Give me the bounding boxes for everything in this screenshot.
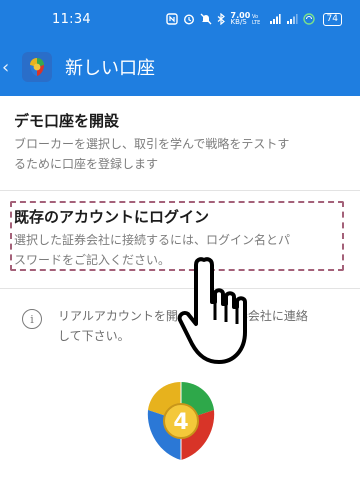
battery-indicator: 74 xyxy=(322,12,342,26)
divider xyxy=(0,190,360,191)
hand-pointer-icon xyxy=(174,254,264,378)
svg-text:LTE: LTE xyxy=(252,20,260,25)
app-logo-icon xyxy=(22,52,52,82)
bluetooth-icon xyxy=(217,13,226,25)
status-icons: 7.00 KB/S Vo LTE 74 xyxy=(165,11,342,26)
open-demo-account-option[interactable]: デモ口座を開設 ブローカーを選択し、取引を学んで戦略をテストす るために口座を登… xyxy=(14,110,346,174)
logo-badge: 4 xyxy=(173,410,188,435)
option-description: ブローカーを選択し、取引を学んで戦略をテストす るために口座を登録します xyxy=(14,137,290,171)
back-arrow-icon[interactable]: ‹ xyxy=(2,57,16,78)
page-title: 新しい口座 xyxy=(65,58,155,79)
nfc-icon xyxy=(165,13,178,25)
metatrader-logo: 4 xyxy=(136,376,226,470)
info-icon: i xyxy=(22,309,42,329)
volte-icon: Vo LTE xyxy=(252,13,264,25)
mute-icon xyxy=(200,13,212,25)
network-speed: 7.00 KB/S xyxy=(230,11,251,26)
status-time: 11:34 xyxy=(52,11,91,27)
signal-icon xyxy=(269,13,281,25)
app-bar: ‹ 新しい口座 xyxy=(0,38,360,96)
status-bar: 11:34 7.00 KB/S Vo LTE 74 xyxy=(0,0,360,38)
wifi-icon xyxy=(302,13,315,25)
alarm-icon xyxy=(183,13,195,25)
signal-2-icon xyxy=(286,13,298,25)
option-title: デモ口座を開設 xyxy=(14,112,120,130)
option-title: 既存のアカウントにログイン xyxy=(14,208,210,226)
